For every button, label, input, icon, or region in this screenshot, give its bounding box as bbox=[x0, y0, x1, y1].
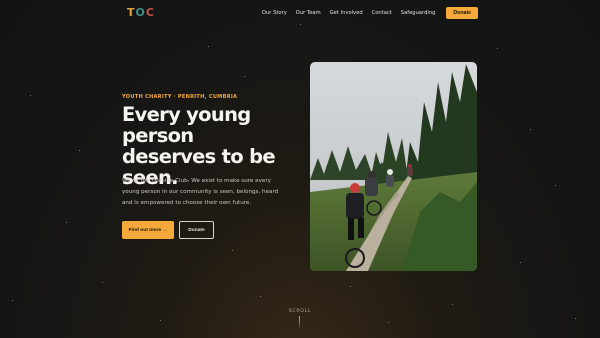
hero-donate-button[interactable]: Donate bbox=[179, 221, 214, 239]
nav-donate-button[interactable]: Donate bbox=[446, 7, 478, 19]
top-nav: T O C Our Story Our Team Get Involved Co… bbox=[0, 6, 600, 20]
logo-letter-c: C bbox=[145, 6, 154, 19]
scroll-indicator-label: SCROLL bbox=[288, 309, 312, 314]
headline-line-2: deserves to be bbox=[122, 145, 276, 168]
nav-link-our-story[interactable]: Our Story bbox=[262, 10, 287, 16]
nav-links: Our Story Our Team Get Involved Contact … bbox=[262, 6, 478, 20]
logo-letter-o: O bbox=[135, 6, 145, 19]
hero-eyebrow: YOUTH CHARITY · PENRITH, CUMBRIA bbox=[122, 94, 238, 100]
cyclists-forest-photo bbox=[310, 62, 477, 271]
headline-line-1: Every young person bbox=[122, 103, 251, 147]
scroll-indicator-line bbox=[299, 316, 300, 330]
nav-link-safeguarding[interactable]: Safeguarding bbox=[401, 10, 436, 16]
nav-link-contact[interactable]: Contact bbox=[372, 10, 392, 16]
logo-letter-t: T bbox=[127, 6, 135, 19]
hero-lede: We're The Outside Club. We exist to make… bbox=[122, 178, 279, 206]
logo[interactable]: T O C bbox=[127, 7, 161, 19]
nav-link-our-team[interactable]: Our Team bbox=[296, 10, 321, 16]
nav-link-get-involved[interactable]: Get Involved bbox=[330, 10, 363, 16]
find-out-more-button[interactable]: Find out more → bbox=[122, 221, 174, 239]
